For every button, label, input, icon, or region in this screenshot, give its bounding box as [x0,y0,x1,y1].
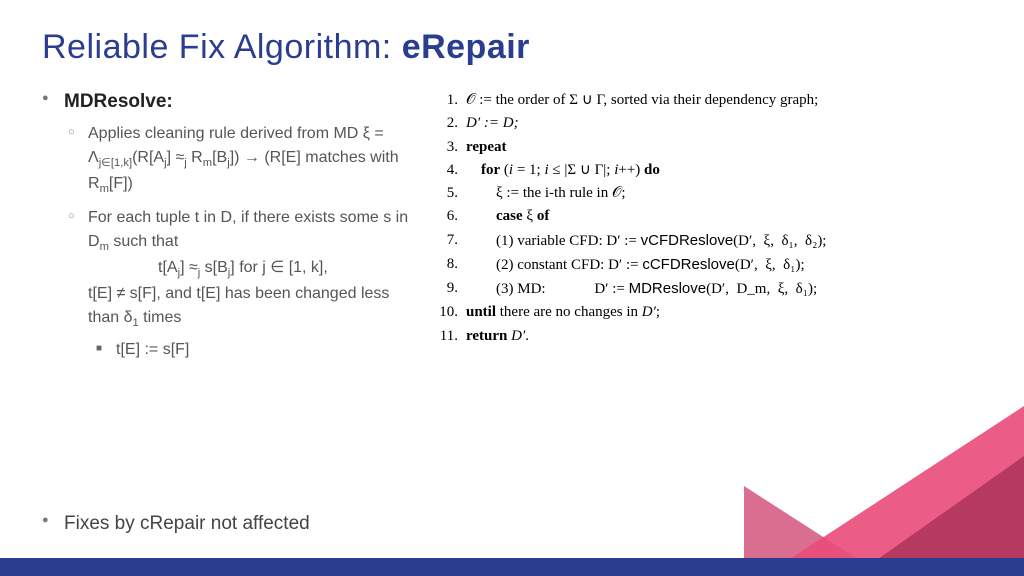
algo-line-1: 𝒪 := the order of Σ ∪ Γ, sorted via thei… [466,89,818,112]
title-bold: eRepair [402,28,530,66]
algo-line-7: (1) variable CFD: D′ := vCFDReslove(D′, … [466,229,826,253]
algo-line-6: case ξ of [466,205,549,228]
bottom-bar [0,558,1024,576]
algo-line-4: for (i = 1; i ≤ |Σ ∪ Γ|; i++) do [466,159,660,182]
content-columns: MDResolve: Applies cleaning rule derived… [42,89,982,370]
algo-line-5: ξ := the i-th rule in 𝒪; [466,182,626,205]
slide-title: Reliable Fix Algorithm: eRepair [42,28,982,67]
slide: Reliable Fix Algorithm: eRepair MDResolv… [0,0,1024,576]
subsub-bullet-1: t[E] := s[F] [88,338,412,362]
bullet-mdresolve: MDResolve: Applies cleaning rule derived… [42,89,412,362]
algo-line-9: (3) MD: D′ := MDReslove(D′, D_m, ξ, δ₁); [466,277,817,301]
algo-line-2: D′ := D; [466,112,519,135]
bullet-fixes: Fixes by cRepair not affected [42,511,310,538]
algo-line-3: repeat [466,136,507,159]
algo-line-10: until there are no changes in D′; [466,301,660,324]
sub-bullet-2: For each tuple t in D, if there exists s… [64,206,412,362]
right-column: 1.𝒪 := the order of Σ ∪ Γ, sorted via th… [432,89,982,370]
sub-bullet-2-line2: t[Aj] ≈j s[Bj] for j ∈ [1, k], [88,256,412,282]
algo-line-8: (2) constant CFD: D′ := cCFDReslove(D′, … [466,253,805,277]
mdresolve-heading: MDResolve: [64,91,173,112]
algorithm-listing: 1.𝒪 := the order of Σ ∪ Γ, sorted via th… [432,89,982,348]
algo-line-11: return D′. [466,325,529,348]
title-prefix: Reliable Fix Algorithm: [42,28,402,66]
left-column: MDResolve: Applies cleaning rule derived… [42,89,412,370]
bottom-bullet-area: Fixes by cRepair not affected [42,511,310,546]
sub-bullet-1: Applies cleaning rule derived from MD ξ … [64,122,412,198]
